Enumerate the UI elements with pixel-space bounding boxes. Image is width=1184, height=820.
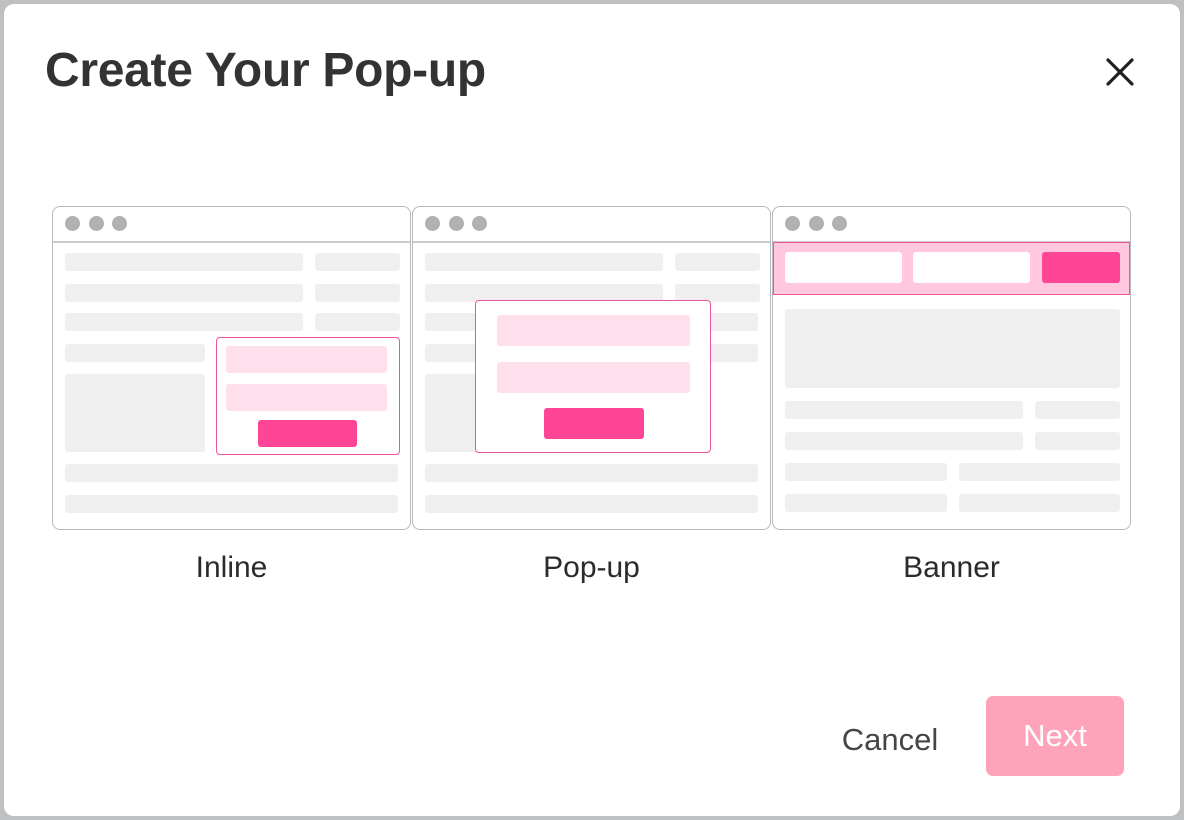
option-card-inline[interactable] [52,206,411,530]
window-dot-icon [449,216,464,231]
create-popup-dialog: Create Your Pop-up Inline Pop-up Banner … [4,4,1180,816]
window-dot-icon [785,216,800,231]
placeholder-bar [315,253,400,271]
preview-button [544,408,644,439]
window-dot-icon [89,216,104,231]
close-icon [1106,58,1134,86]
window-dot-icon [472,216,487,231]
window-dot-icon [112,216,127,231]
placeholder-bar [65,284,303,302]
popup-form-preview [475,300,711,453]
option-card-banner[interactable] [772,206,1131,530]
placeholder-bar [959,494,1120,512]
option-label-banner[interactable]: Banner [772,548,1131,588]
browser-titlebar [773,207,1130,243]
dialog-title: Create Your Pop-up [45,44,486,97]
placeholder-bar [785,401,1023,419]
option-label-inline[interactable]: Inline [52,548,411,588]
window-dot-icon [65,216,80,231]
placeholder-bar [785,463,947,481]
placeholder-bar [65,495,398,513]
window-dot-icon [425,216,440,231]
preview-field [226,346,387,373]
placeholder-bar [425,464,758,482]
placeholder-bar [785,494,947,512]
placeholder-bar [315,284,400,302]
next-button[interactable]: Next [986,696,1124,776]
placeholder-bar [65,464,398,482]
preview-field [497,315,690,346]
placeholder-bar [425,253,663,271]
placeholder-bar [675,253,760,271]
banner-preview [773,242,1130,295]
preview-button [1042,252,1120,283]
placeholder-bar [785,432,1023,450]
preview-field [785,252,902,283]
placeholder-bar [959,463,1120,481]
inline-form-preview [216,337,400,455]
option-card-popup[interactable] [412,206,771,530]
placeholder-bar [315,313,400,331]
window-dot-icon [809,216,824,231]
cancel-button[interactable]: Cancel [824,700,956,780]
close-button[interactable] [1100,52,1140,92]
placeholder-image [785,309,1120,388]
browser-titlebar [53,207,410,243]
option-label-popup[interactable]: Pop-up [412,548,771,588]
placeholder-bar [1035,432,1120,450]
preview-field [226,384,387,411]
browser-titlebar [413,207,770,243]
preview-field [497,362,690,393]
placeholder-bar [65,344,205,362]
window-dot-icon [832,216,847,231]
preview-field [913,252,1030,283]
placeholder-bar [1035,401,1120,419]
placeholder-bar [65,253,303,271]
placeholder-bar [425,495,758,513]
preview-button [258,420,357,447]
placeholder-bar [65,313,303,331]
placeholder-image [65,374,205,452]
